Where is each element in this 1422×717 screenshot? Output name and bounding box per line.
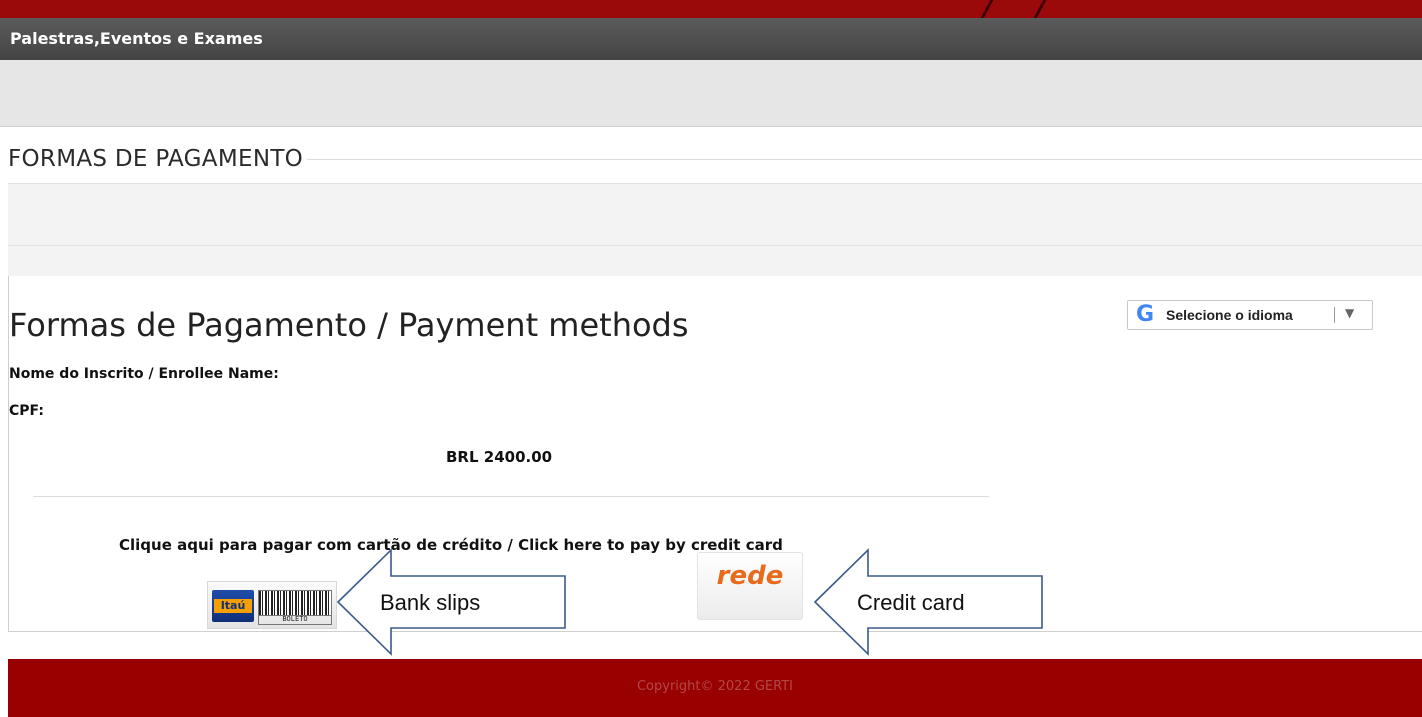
rede-logo: rede: [716, 561, 784, 591]
cpf-label: CPF:: [9, 403, 44, 419]
amount-value: BRL 2400.00: [446, 448, 553, 466]
rede-credit-card-button[interactable]: rede: [697, 552, 803, 620]
enrollee-name-label: Nome do Inscrito / Enrollee Name:: [9, 366, 279, 382]
itau-logo-text: Itaú: [214, 599, 252, 613]
google-icon: G: [1136, 302, 1155, 327]
site-title[interactable]: Palestras,Eventos e Exames: [10, 29, 263, 48]
boleto-label: BOLETO: [258, 615, 332, 625]
top-red-strip: [0, 0, 1422, 24]
top-navbar: Palestras,Eventos e Exames: [0, 18, 1422, 60]
band-divider: [8, 245, 1422, 246]
footer: Copyright© 2022 GERTI: [8, 659, 1422, 717]
payment-panel: Formas de Pagamento / Payment methods No…: [8, 276, 1422, 632]
language-selector[interactable]: G Selecione o idioma ▼: [1127, 300, 1373, 330]
dropdown-arrow-icon: ▼: [1345, 306, 1355, 320]
itau-logo: Itaú: [212, 590, 254, 622]
credit-card-label: Credit card: [857, 590, 965, 615]
selector-separator: [1334, 307, 1335, 323]
payment-heading: Formas de Pagamento / Payment methods: [9, 306, 689, 344]
section-band: [8, 183, 1422, 277]
barcode-icon: [258, 590, 332, 616]
panel-divider: [33, 496, 989, 497]
section-title: FORMAS DE PAGAMENTO: [8, 146, 308, 172]
header-band: [0, 60, 1422, 127]
bank-slips-label: Bank slips: [380, 590, 481, 615]
copyright-text: Copyright© 2022 GERTI: [636, 679, 794, 694]
boleto-itau-button[interactable]: Itaú BOLETO: [207, 581, 337, 629]
language-selector-label: Selecione o idioma: [1166, 307, 1293, 323]
